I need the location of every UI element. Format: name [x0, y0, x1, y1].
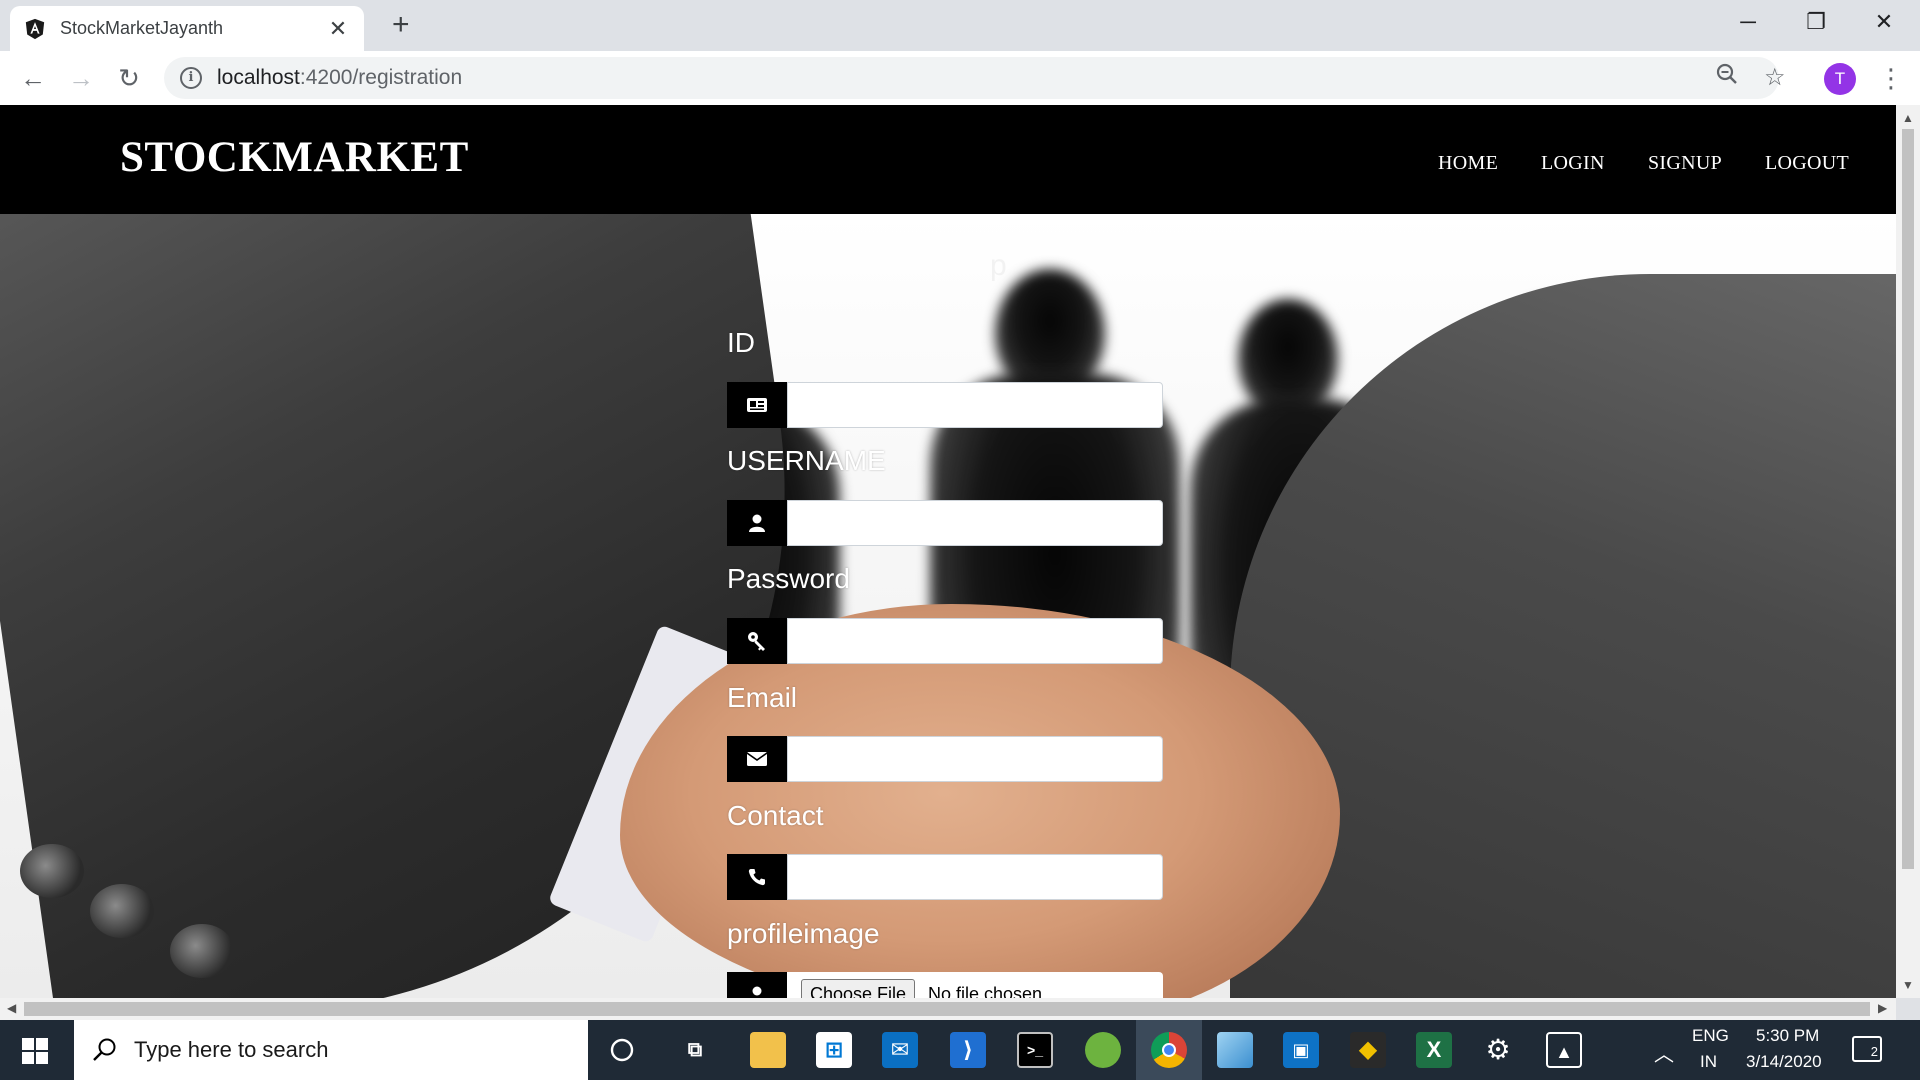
git-tool-icon[interactable]: ◆	[1350, 1032, 1386, 1068]
window-restore-button[interactable]: ❐	[1796, 8, 1836, 36]
vertical-scrollbar[interactable]: ▲ ▼	[1896, 105, 1920, 998]
settings-gear-icon[interactable]: ⚙	[1480, 1032, 1516, 1068]
taskbar-search-placeholder: Type here to search	[134, 1037, 329, 1062]
phone-icon	[727, 854, 787, 900]
windows-taskbar: Type here to search ⧉ ⊞ ✉ ⟩ >_ ▣ ◆ X ⚙ ▲…	[0, 1020, 1920, 1080]
microsoft-store-icon[interactable]: ⊞	[816, 1032, 852, 1068]
new-tab-button[interactable]: +	[392, 10, 410, 40]
scroll-right-arrow-icon[interactable]: ▶	[1878, 1001, 1887, 1015]
scroll-down-arrow-icon[interactable]: ▼	[1902, 978, 1914, 992]
horizontal-scroll-thumb[interactable]	[24, 1002, 1870, 1016]
profileimage-input-group: Choose File No file chosen	[727, 972, 1163, 998]
scroll-left-arrow-icon[interactable]: ◀	[7, 1001, 16, 1015]
url-text[interactable]: localhost:4200/registration	[217, 66, 462, 90]
email-field[interactable]	[787, 736, 1163, 782]
password-label: Password	[727, 563, 850, 594]
email-label: Email	[727, 682, 798, 713]
spring-tools-icon[interactable]	[1085, 1032, 1121, 1068]
search-icon	[93, 1038, 116, 1061]
password-field[interactable]	[787, 618, 1163, 664]
nav-login-link[interactable]: LOGIN	[1541, 152, 1605, 175]
page-heading: p	[990, 249, 1007, 282]
browser-tabstrip: StockMarketJayanth ✕ + ─ ❐ ✕	[0, 0, 1920, 51]
language-indicator-line2[interactable]: IN	[1700, 1052, 1717, 1072]
bookmark-star-icon[interactable]: ☆	[1764, 63, 1786, 93]
user-icon	[727, 972, 787, 998]
id-card-icon	[727, 382, 787, 428]
windows-start-icon[interactable]	[22, 1038, 48, 1064]
notification-center-icon[interactable]: 2	[1852, 1036, 1882, 1062]
browser-tab-active[interactable]: StockMarketJayanth ✕	[10, 6, 364, 51]
site-navbar: STOCKMARKET HOME LOGIN SIGNUP LOGOUT	[0, 105, 1896, 214]
nav-home-link[interactable]: HOME	[1438, 152, 1498, 175]
notepad-app-icon[interactable]	[1217, 1032, 1253, 1068]
email-input-group	[727, 736, 1163, 782]
key-icon	[727, 618, 787, 664]
contact-field[interactable]	[787, 854, 1163, 900]
window-minimize-button[interactable]: ─	[1728, 8, 1768, 36]
id-field[interactable]	[787, 382, 1163, 428]
angular-favicon-icon	[25, 18, 45, 39]
terminal-icon[interactable]: >_	[1017, 1032, 1053, 1068]
photos-icon[interactable]: ▲	[1546, 1032, 1582, 1068]
clock-time[interactable]: 5:30 PM	[1756, 1026, 1819, 1046]
tray-overflow-chevron-icon[interactable]: ︿	[1654, 1038, 1674, 1067]
envelope-icon	[727, 736, 787, 782]
forward-arrow-icon[interactable]: →	[64, 63, 98, 93]
reload-icon[interactable]: ↻	[112, 63, 146, 93]
tab-close-icon[interactable]: ✕	[326, 17, 350, 40]
vertical-scroll-thumb[interactable]	[1902, 129, 1914, 869]
browser-menu-icon[interactable]: ⋮	[1878, 61, 1904, 95]
zoom-icon[interactable]	[1716, 63, 1738, 93]
username-input-group	[727, 500, 1163, 546]
address-bar[interactable]: i localhost:4200/registration ☆	[164, 57, 1786, 99]
profile-avatar[interactable]: T	[1824, 63, 1856, 95]
remote-desktop-icon[interactable]: ▣	[1283, 1032, 1319, 1068]
page-viewport: STOCKMARKET HOME LOGIN SIGNUP LOGOUT p I…	[0, 105, 1896, 998]
back-arrow-icon[interactable]: ←	[16, 63, 50, 93]
mail-icon[interactable]: ✉	[882, 1032, 918, 1068]
profileimage-label: profileimage	[727, 918, 880, 949]
horizontal-scrollbar[interactable]: ◀ ▶	[0, 998, 1896, 1020]
browser-toolbar: ← → ↻ i localhost:4200/registration ☆ T …	[0, 51, 1920, 105]
brand-logo[interactable]: STOCKMARKET	[120, 133, 469, 182]
scroll-up-arrow-icon[interactable]: ▲	[1902, 111, 1914, 125]
contact-input-group	[727, 854, 1163, 900]
tab-title: StockMarketJayanth	[60, 18, 224, 38]
choose-file-button[interactable]: Choose File	[801, 979, 916, 998]
site-info-icon[interactable]: i	[180, 67, 202, 89]
id-label: ID	[727, 327, 755, 358]
contact-label: Contact	[727, 800, 824, 831]
id-input-group	[727, 382, 1163, 428]
username-label: USERNAME	[727, 445, 886, 476]
user-icon	[727, 500, 787, 546]
notification-count: 2	[1870, 1044, 1878, 1059]
language-indicator-line1[interactable]: ENG	[1692, 1026, 1729, 1046]
vscode-icon[interactable]: ⟩	[950, 1032, 986, 1068]
cortana-icon[interactable]	[604, 1032, 640, 1068]
profileimage-file-input[interactable]: Choose File No file chosen	[787, 972, 1163, 998]
file-status-text: No file chosen	[928, 984, 1043, 998]
task-view-icon[interactable]: ⧉	[677, 1032, 713, 1068]
clock-date[interactable]: 3/14/2020	[1746, 1052, 1822, 1072]
taskbar-search-box[interactable]: Type here to search	[74, 1020, 588, 1080]
file-explorer-icon[interactable]	[750, 1032, 786, 1068]
window-close-button[interactable]: ✕	[1864, 8, 1904, 36]
chrome-icon[interactable]	[1151, 1032, 1187, 1068]
nav-signup-link[interactable]: SIGNUP	[1648, 152, 1722, 175]
username-field[interactable]	[787, 500, 1163, 546]
excel-icon[interactable]: X	[1416, 1032, 1452, 1068]
password-input-group	[727, 618, 1163, 664]
nav-logout-link[interactable]: LOGOUT	[1765, 152, 1849, 175]
